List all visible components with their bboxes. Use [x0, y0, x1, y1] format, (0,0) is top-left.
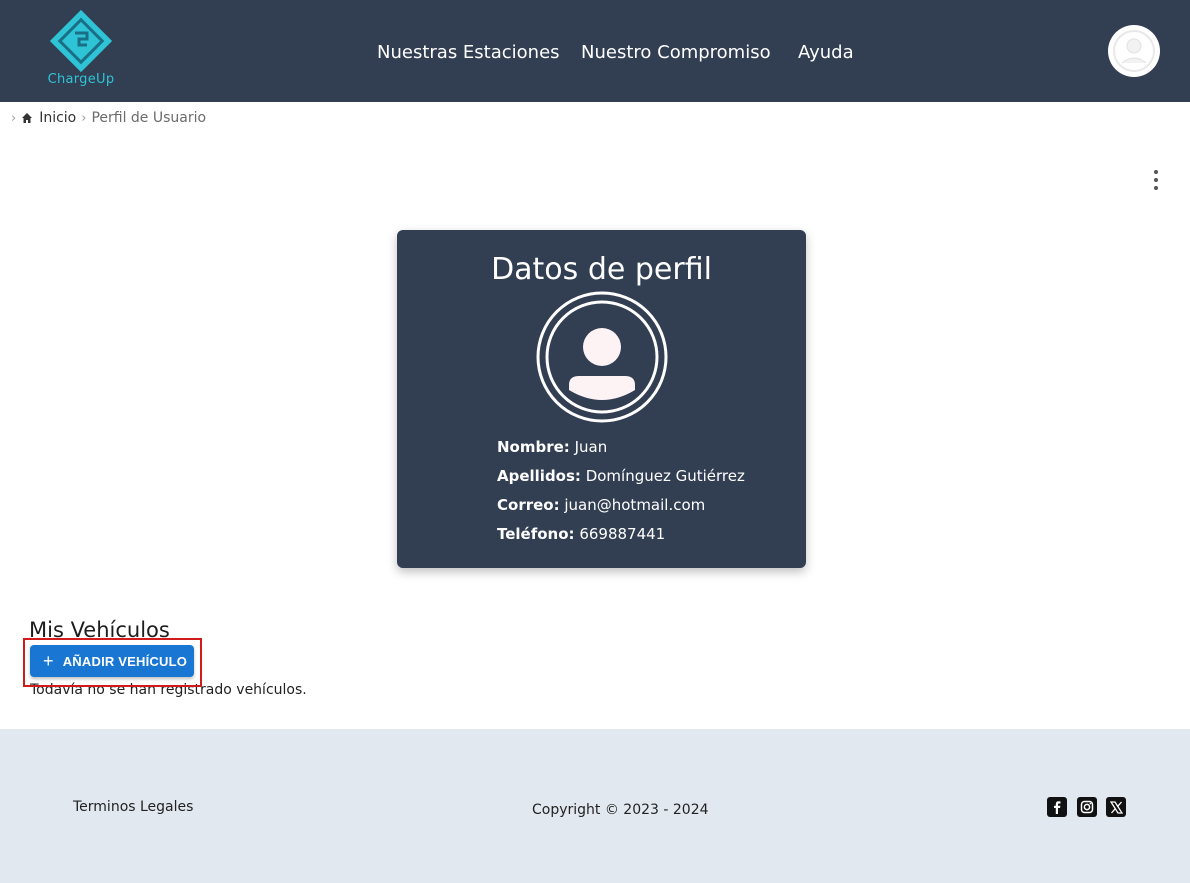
profile-avatar-icon: [536, 291, 668, 423]
nav-link-compromiso[interactable]: Nuestro Compromiso: [581, 42, 771, 63]
vehicles-heading: Mis Vehículos: [29, 618, 170, 642]
logo-text: ChargeUp: [47, 72, 115, 87]
copyright-text: Copyright © 2023 - 2024: [532, 802, 709, 818]
facebook-icon[interactable]: [1047, 797, 1067, 817]
breadcrumb-home-label: Inicio: [39, 110, 77, 126]
instagram-icon[interactable]: [1077, 797, 1097, 817]
x-icon[interactable]: [1106, 797, 1126, 817]
add-vehicle-label: AÑADIR VEHÍCULO: [62, 653, 188, 669]
profile-field-apellidos: Apellidos: Domínguez Gutiérrez: [497, 467, 745, 485]
more-options-icon[interactable]: [1148, 170, 1164, 190]
no-vehicles-message: Todavía no se han registrado vehículos.: [30, 682, 307, 698]
add-vehicle-button[interactable]: + AÑADIR VEHÍCULO: [30, 645, 194, 677]
footer: Terminos Legales Copyright © 2023 - 2024: [0, 729, 1190, 883]
profile-card: Datos de perfil Nombre: Juan Apellidos: …: [397, 230, 806, 568]
top-navbar: ChargeUp Nuestras Estaciones Nuestro Com…: [0, 0, 1190, 102]
profile-field-correo: Correo: juan@hotmail.com: [497, 496, 706, 514]
logo-mark-icon: [49, 9, 113, 73]
nav-link-ayuda[interactable]: Ayuda: [798, 42, 854, 63]
breadcrumb-current: Perfil de Usuario: [91, 110, 207, 126]
breadcrumb: › Inicio › Perfil de Usuario: [6, 109, 206, 127]
plus-icon: +: [43, 651, 54, 671]
chevron-right-icon: ›: [11, 110, 17, 126]
profile-field-telefono: Teléfono: 669887441: [497, 525, 666, 543]
legal-terms-link[interactable]: Terminos Legales: [73, 799, 193, 815]
user-icon: [1113, 30, 1155, 72]
chevron-right-icon: ›: [81, 110, 87, 126]
profile-field-nombre: Nombre: Juan: [497, 438, 608, 456]
breadcrumb-home[interactable]: Inicio: [21, 110, 76, 126]
profile-title: Datos de perfil: [491, 252, 712, 287]
chargeup-logo[interactable]: ChargeUp: [44, 9, 118, 90]
home-icon: [22, 113, 33, 123]
nav-link-estaciones[interactable]: Nuestras Estaciones: [377, 42, 560, 63]
user-avatar-button[interactable]: [1108, 25, 1160, 77]
